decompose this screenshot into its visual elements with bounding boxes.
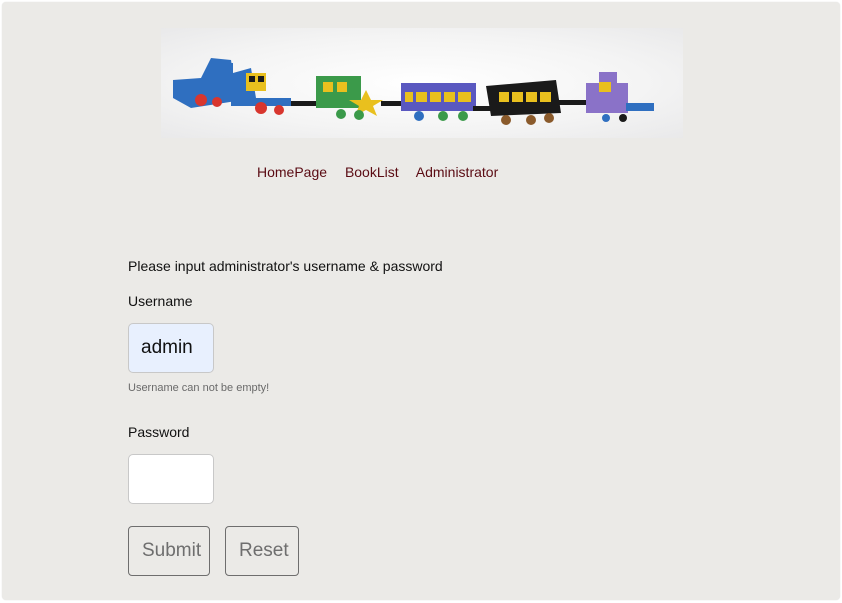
page-panel: HomePage BookList Administrator Please i… (2, 2, 840, 600)
username-input[interactable] (128, 323, 214, 373)
reset-button[interactable]: Reset (225, 526, 299, 576)
login-prompt: Please input administrator's username & … (128, 258, 443, 274)
nav-link-homepage[interactable]: HomePage (257, 164, 327, 180)
submit-button[interactable]: Submit (128, 526, 210, 576)
username-validation-hint: Username can not be empty! (128, 382, 270, 394)
toy-train-icon (173, 58, 654, 125)
password-input[interactable] (128, 454, 214, 504)
password-label: Password (128, 424, 190, 440)
main-nav: HomePage BookList Administrator (257, 164, 512, 180)
nav-link-administrator[interactable]: Administrator (416, 164, 498, 180)
nav-link-booklist[interactable]: BookList (345, 164, 399, 180)
username-label: Username (128, 293, 193, 309)
train-banner-image (161, 28, 683, 138)
